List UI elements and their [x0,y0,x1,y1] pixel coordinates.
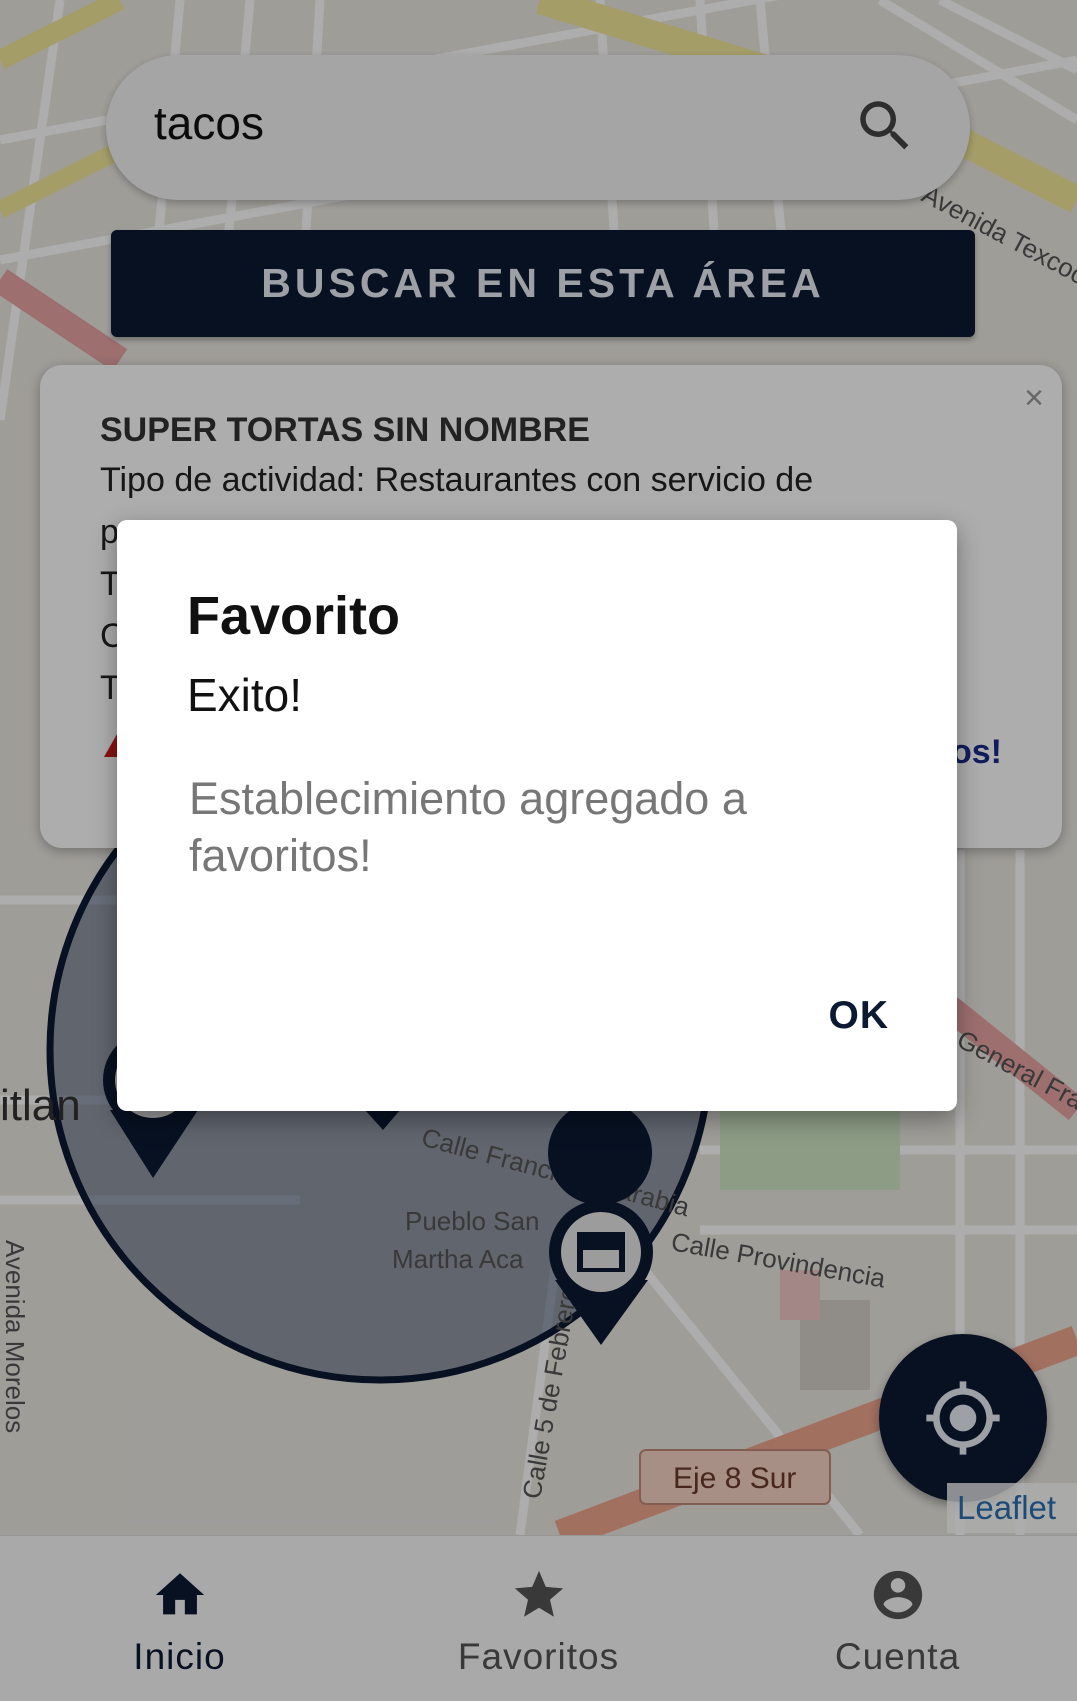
dialog-subtitle: Exito! [187,669,303,721]
dialog-message: Establecimiento agregado a favoritos! [189,773,747,881]
ok-button[interactable]: OK [829,994,890,1038]
favorite-dialog: Favorito Exito! Establecimiento agregado… [117,520,957,1111]
dialog-title: Favorito [187,586,401,646]
